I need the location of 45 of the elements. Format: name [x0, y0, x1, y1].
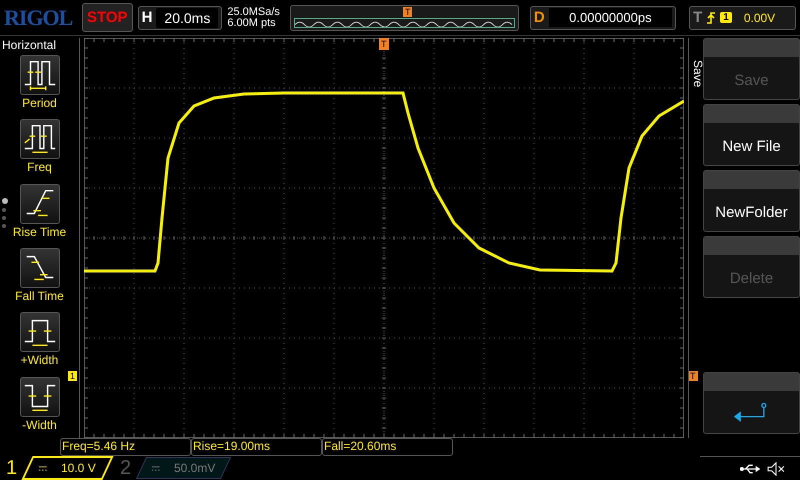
trigger-level: 0.00V — [744, 10, 776, 24]
measure-button[interactable] — [20, 248, 60, 288]
dc-coupling-icon — [39, 466, 48, 470]
trigger-position-marker[interactable]: T — [379, 38, 388, 50]
muted-speaker-icon — [766, 462, 786, 476]
memory-depth: 6.00M pts — [227, 18, 277, 28]
channel-scale: 10.0 V — [61, 461, 96, 475]
menu-title: Horizontal — [1, 38, 56, 52]
trigger-marker: T — [402, 6, 412, 16]
measure-button[interactable] — [20, 376, 60, 417]
channel-marker[interactable]: 1 — [68, 371, 78, 381]
delay-value: 0.00000000ps — [548, 8, 672, 27]
channel-number: 1 — [6, 456, 18, 480]
trigger-label: T — [693, 9, 702, 26]
measure-button[interactable] — [20, 55, 60, 95]
delay-label: D — [534, 9, 545, 26]
rising-edge-icon — [706, 10, 716, 24]
channel-number: 2 — [120, 456, 132, 480]
measure-label: Rise Time — [12, 224, 66, 239]
measurement-readout: Freq=5.46 Hz — [60, 438, 191, 456]
measure-label: -Width — [22, 418, 57, 432]
measurement-readout: Fall=20.60ms — [322, 438, 453, 456]
trigger-panel[interactable]: T 1 0.00V — [689, 6, 796, 30]
sample-rate: 25.0MSa/s — [227, 6, 281, 18]
measurement-readout: Rise=19.00ms — [191, 438, 322, 456]
delay-panel[interactable]: D 0.00000000ps — [530, 6, 676, 30]
channel-scale: 50.0mV — [174, 461, 216, 475]
run-state-indicator[interactable]: STOP — [82, 3, 133, 32]
softkey-button[interactable]: New File — [703, 104, 800, 166]
measure-button[interactable] — [20, 312, 60, 352]
timebase-value: 20.0ms — [156, 8, 218, 28]
measure-label: Freq — [27, 160, 52, 174]
trigger-source: 1 — [720, 12, 732, 23]
measure-button[interactable] — [20, 184, 60, 224]
dc-coupling-icon — [152, 466, 160, 470]
measure-button[interactable] — [20, 119, 60, 160]
timebase-panel[interactable]: H 20.0ms — [138, 6, 222, 30]
brand-logo: RIGOL — [4, 4, 74, 30]
timebase-label: H — [142, 9, 152, 26]
usb-icon — [740, 462, 760, 476]
measure-label: +Width — [20, 353, 58, 368]
menu-title: Save — [691, 60, 705, 88]
measure-label: Period — [22, 96, 57, 110]
measure-label: Fall Time — [15, 288, 64, 303]
softkey-button[interactable]: NewFolder — [703, 170, 800, 232]
